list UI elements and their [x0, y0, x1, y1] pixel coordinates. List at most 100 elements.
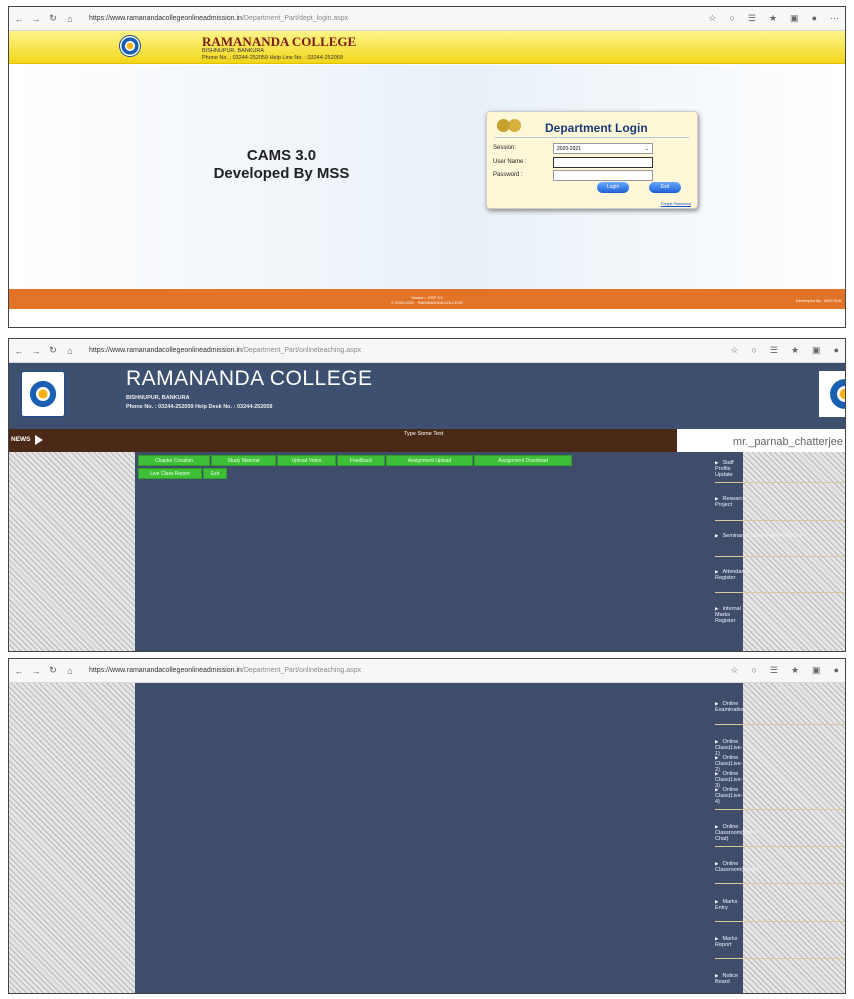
college-phone: Phone No. : 03244-252059 Help Desk No. :… — [126, 404, 273, 410]
extension-icon[interactable]: ○ — [751, 345, 756, 356]
session-select[interactable]: 2020-2021 ⌄ — [553, 143, 653, 154]
side-item-notice-board[interactable]: Notice Board — [715, 973, 743, 985]
favorite-icon[interactable]: ☆ — [708, 13, 716, 24]
back-icon[interactable]: ← — [13, 346, 25, 356]
home-icon[interactable]: ⌂ — [64, 346, 76, 356]
college-logo-icon — [21, 371, 65, 417]
address-bar[interactable]: https://www.ramanandacollegeonlineadmiss… — [89, 667, 361, 674]
back-icon[interactable]: ← — [13, 14, 25, 24]
teaching-page: RAMANANDA COLLEGE BISHNUPUR, BANKURA Pho… — [9, 363, 845, 651]
browser-toolbar: ← → ↻ ⌂ https://www.ramanandacollegeonli… — [9, 339, 845, 363]
cams-developer: Developed By MSS — [213, 165, 350, 182]
extension-icon[interactable]: ○ — [751, 665, 756, 676]
refresh-icon[interactable]: ↻ — [47, 665, 59, 676]
side-item-staff-profile[interactable]: Staff Profile Update — [715, 460, 743, 478]
more-icon[interactable]: ⋯ — [830, 13, 839, 24]
username-input[interactable] — [553, 157, 653, 168]
chapter-creation-button[interactable]: Chapter Creation — [138, 455, 210, 466]
cams-banner: CAMS 3.0 Developed By MSS — [194, 147, 369, 183]
divider — [715, 520, 845, 521]
divider — [715, 724, 845, 725]
collections-icon[interactable]: ▣ — [812, 665, 821, 676]
divider — [715, 809, 845, 810]
exit-button[interactable]: Exit — [649, 182, 681, 193]
home-icon[interactable]: ⌂ — [64, 14, 76, 24]
forgot-password-link[interactable]: Forgot Password — [661, 201, 691, 206]
college-name: RAMANANDA COLLEGE — [126, 367, 373, 390]
login-button[interactable]: Login — [597, 182, 629, 193]
url-path: /Department_Part/onlineteaching.aspx — [241, 667, 361, 674]
refresh-icon[interactable]: ↻ — [47, 13, 59, 24]
address-bar[interactable]: https://www.ramanandacollegeonlineadmiss… — [89, 347, 361, 354]
forward-icon[interactable]: → — [30, 346, 42, 356]
extension-icon[interactable]: ○ — [729, 13, 734, 24]
browser-actions: ☆ ○ ☰ ★ ▣ ● — [730, 665, 839, 676]
side-item-video-chat[interactable]: Online Classroom(Video Chat) — [715, 824, 757, 842]
divider — [715, 556, 845, 557]
profile-icon[interactable]: ● — [834, 345, 839, 356]
address-bar[interactable]: https://www.ramanandacollegeonlineadmiss… — [89, 15, 348, 22]
favorite-icon[interactable]: ☆ — [730, 665, 738, 676]
home-icon[interactable]: ⌂ — [64, 666, 76, 676]
side-item-marks-report[interactable]: Marks Report — [715, 936, 743, 948]
browser-toolbar: ← → ↻ ⌂ https://www.ramanandacollegeonli… — [9, 7, 845, 31]
username-display: mr._parnab_chatterjee — [677, 429, 845, 452]
session-value: 2020-2021 — [557, 146, 581, 152]
college-header: RAMANANDA COLLEGE BISHNUPUR, BANKURA Pho… — [9, 363, 845, 429]
url-path: /Department_Part/dept_login.aspx — [241, 15, 349, 22]
side-item-attendance[interactable]: Attendance Register — [715, 569, 750, 581]
favorites-bar-icon[interactable]: ★ — [791, 665, 799, 676]
favorite-icon[interactable]: ☆ — [730, 345, 738, 356]
side-item-online-class-4[interactable]: Online Class(Live-4) — [715, 787, 743, 805]
news-text: Type Some Text — [404, 431, 444, 437]
department-login-box: Department Login Session: 2020-2021 ⌄ Use… — [486, 111, 698, 209]
study-material-button[interactable]: Study Material — [211, 455, 276, 466]
teaching-page-scrolled: Online Examination Online Class(Live-1) … — [9, 683, 845, 993]
footer-copyright: © 2020-2021 · RAMANANDA COLLEGE — [390, 300, 464, 305]
collections-icon[interactable]: ▣ — [790, 13, 799, 24]
forward-icon[interactable]: → — [30, 666, 42, 676]
favorites-bar-icon[interactable]: ★ — [791, 345, 799, 356]
divider — [715, 592, 845, 593]
side-item-seminars[interactable]: Seminars/Conference/Workshop — [715, 533, 801, 539]
url-host: https://www.ramanandacollegeonlineadmiss… — [89, 15, 242, 22]
divider — [715, 958, 845, 959]
news-bar: NEWS Type Some Text — [9, 429, 677, 452]
login-title: Department Login — [545, 121, 648, 135]
password-input[interactable] — [553, 170, 653, 181]
reading-icon[interactable]: ☰ — [770, 345, 778, 356]
url-host: https://www.ramanandacollegeonlineadmiss… — [89, 667, 242, 674]
profile-icon[interactable]: ● — [812, 13, 817, 24]
refresh-icon[interactable]: ↻ — [47, 345, 59, 356]
reading-icon[interactable]: ☰ — [770, 665, 778, 676]
college-logo-icon — [119, 35, 141, 57]
url-host: https://www.ramanandacollegeonlineadmiss… — [89, 347, 242, 354]
footer-developer: Developed By : MSS Soft — [795, 298, 841, 303]
divider — [495, 137, 689, 138]
assignment-upload-button[interactable]: Assignment Upload — [386, 455, 473, 466]
side-item-marks-entry[interactable]: Marks Entry — [715, 899, 743, 911]
assignment-download-button[interactable]: Assignment Download — [474, 455, 572, 466]
content-panel: Chapter Creation Study Material Upload V… — [135, 452, 845, 651]
browser-actions: ☆ ○ ☰ ★ ▣ ● ⋯ — [708, 13, 839, 24]
side-item-online-exam[interactable]: Online Examination — [715, 701, 745, 713]
url-path: /Department_Part/onlineteaching.aspx — [241, 347, 361, 354]
exit-button[interactable]: Exit — [203, 468, 227, 479]
college-logo-right-icon — [819, 371, 845, 417]
collections-icon[interactable]: ▣ — [812, 345, 821, 356]
side-item-research-project[interactable]: Research Project — [715, 496, 746, 508]
profile-icon[interactable]: ● — [834, 665, 839, 676]
reading-icon[interactable]: ☰ — [748, 13, 756, 24]
left-background — [9, 683, 135, 993]
favorites-bar-icon[interactable]: ★ — [769, 13, 777, 24]
college-phone: Phone No. : 03244-252059 Help Line No. :… — [202, 54, 343, 61]
side-item-internal-marks[interactable]: Internal Marks Register — [715, 606, 743, 624]
back-icon[interactable]: ← — [13, 666, 25, 676]
side-item-audio-classroom[interactable]: Online Classroom(Audio) — [715, 861, 759, 873]
feedback-button[interactable]: Feedback — [337, 455, 385, 466]
cams-title: CAMS 3.0 — [246, 147, 317, 164]
forward-icon[interactable]: → — [30, 14, 42, 24]
live-class-report-button[interactable]: Live Class Report — [138, 468, 202, 479]
upload-video-button[interactable]: Upload Video — [277, 455, 336, 466]
footer-center: Version : ERP 3.0 © 2020-2021 · RAMANAND… — [9, 295, 845, 305]
